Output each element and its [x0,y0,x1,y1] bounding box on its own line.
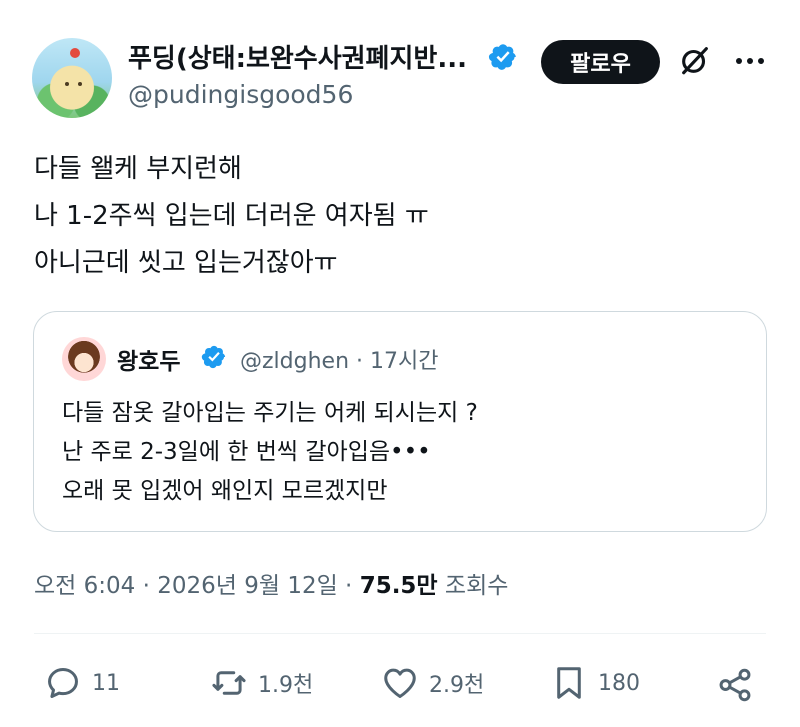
reply-icon [48,668,78,698]
quoted-post-card[interactable]: 왕호두 @zldghen · 17시간 다들 잠옷 갈아입는 주기는 어케 되시… [33,311,767,532]
quoted-post-text: 다들 잠옷 갈아입는 주기는 어케 되시는지 ? 난 주로 2-3일에 한 번씩… [62,394,478,511]
view-count-label: 조회수 [437,573,509,599]
bookmark-icon [557,667,581,699]
heart-icon [384,668,416,698]
share-icon[interactable] [716,666,754,704]
post-line: 아니근데 씻고 입는거잖아ㅠ [34,248,338,278]
like-count: 2.9천 [429,673,485,698]
post-meta: 오전 6:04 · 2026년 9월 12일 · 75.5만 조회수 [34,566,508,600]
reply-count: 11 [92,670,120,696]
repost-icon [212,671,246,695]
quoted-author-name: 왕호두 [117,349,181,375]
avatar-cherry [70,48,80,58]
post-text: 다들 왤케 부지런해 나 1-2주씩 입는데 더러운 여자됨 ㅠ 아니근데 씻고… [34,146,429,287]
follow-button[interactable]: 팔로우 [541,40,660,84]
post-line: 다들 왤케 부지런해 [34,154,242,184]
quoted-author-avatar [62,337,106,381]
quoted-line: 다들 잠옷 갈아입는 주기는 어케 되시는지 ? [62,400,478,426]
grok-icon[interactable] [678,43,712,77]
more-icon[interactable] [735,56,765,66]
quoted-line: 오래 못 입겠어 왜인지 모르겠지만 [62,478,388,504]
quoted-author-handle-time: @zldghen · 17시간 [240,349,439,374]
author-handle[interactable]: @pudingisgood56 [128,80,353,109]
author-display-name[interactable]: 푸딩(상태:보완수사권폐지반... [128,38,467,75]
verified-badge-icon [201,345,226,369]
view-count: 75.5만 [359,573,438,599]
bookmark-count: 180 [598,670,640,696]
post-timestamp[interactable]: 오전 6:04 · 2026년 9월 12일 · [34,573,360,599]
like-button[interactable]: 2.9천 [381,664,484,702]
bookmark-button[interactable]: 180 [550,664,640,702]
divider [34,633,766,634]
repost-button[interactable]: 1.9천 [210,664,313,702]
verified-badge-icon [488,44,516,70]
quoted-line: 난 주로 2-3일에 한 번씩 갈아입음••• [62,439,431,465]
avatar-eye [65,82,69,86]
reply-button[interactable]: 11 [44,664,120,702]
author-avatar[interactable] [32,38,112,118]
repost-count: 1.9천 [258,673,314,698]
post-line: 나 1-2주씩 입는데 더러운 여자됨 ㅠ [34,201,429,231]
avatar-eye [78,82,82,86]
